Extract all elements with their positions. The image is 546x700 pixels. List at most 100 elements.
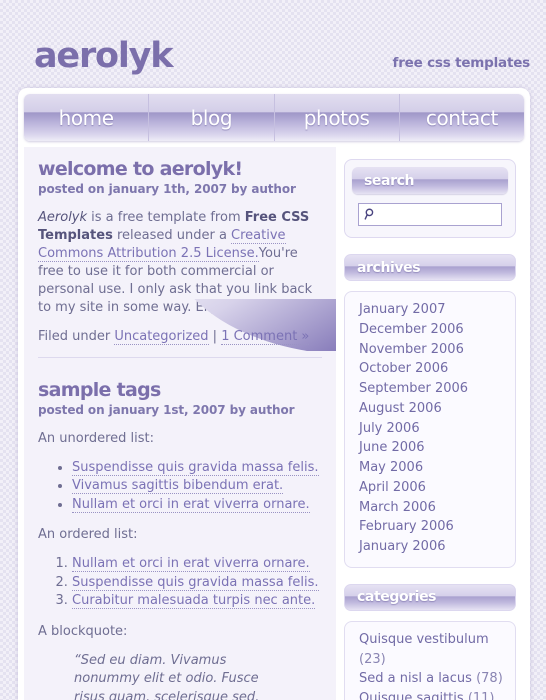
archive-link[interactable]: August 2006 (359, 401, 442, 416)
category-link[interactable]: Sed a nisl a lacus (359, 671, 472, 686)
nav-item-home[interactable]: home (24, 94, 150, 141)
ordered-list-label: An ordered list: (38, 527, 138, 543)
widget-archives: archives January 2007 December 2006 Nove… (344, 254, 516, 568)
nav-item-contact[interactable]: contact (399, 94, 524, 141)
comments-link[interactable]: 1 Comment » (221, 328, 310, 345)
site-logo: aerolyk (34, 36, 174, 76)
archive-link[interactable]: June 2006 (359, 440, 425, 455)
sidebar: search archives January 2007 December 20… (336, 147, 524, 700)
list-item: June 2006 (359, 438, 509, 458)
archive-link[interactable]: May 2006 (359, 460, 423, 475)
category-link[interactable]: Quisque vestibulum (359, 632, 489, 647)
list-item: Nullam et orci in erat viverra ornare. (72, 496, 322, 514)
archive-link[interactable]: April 2006 (359, 480, 426, 495)
post-welcome: welcome to aerolyk! posted on january 1t… (38, 158, 336, 358)
widget-search: search (344, 159, 516, 238)
archive-link[interactable]: July 2006 (359, 421, 420, 436)
post-sample-tags: sample tags posted on january 1st, 2007 … (38, 378, 322, 700)
search-box: search (344, 159, 516, 238)
filed-prefix: Filed under (38, 328, 115, 344)
list-item: April 2006 (359, 478, 509, 498)
category-count: (78) (476, 671, 503, 687)
categories-widget-title: categories (344, 583, 516, 611)
list-item: Curabitur malesuada turpis nec ante. (72, 592, 322, 610)
list-item: February 2006 (359, 517, 509, 537)
category-link[interactable]: Quisque sagittis (359, 691, 464, 700)
list-item-link[interactable]: Suspendisse quis gravida massa felis. (72, 460, 319, 477)
list-item: Quisque sagittis (11) (359, 689, 509, 700)
site-tagline: free css templates (392, 55, 531, 71)
archives-panel: January 2007 December 2006 November 2006… (344, 291, 516, 568)
list-item: January 2007 (359, 300, 509, 320)
post-meta: posted on january 1st, 2007 by author (38, 403, 295, 418)
list-item: Quisque vestibulum (23) (359, 630, 509, 670)
nav-item-label: blog (190, 105, 233, 130)
archives-widget-title: archives (344, 254, 516, 281)
archive-link[interactable]: September 2006 (359, 381, 468, 396)
category-count: (11) (467, 691, 495, 700)
category-link[interactable]: Uncategorized (114, 328, 209, 345)
list-item: Nullam et orci in erat viverra ornare. (72, 555, 322, 573)
widget-title-label: search (364, 172, 415, 189)
list-item-link[interactable]: Vivamus sagittis bibendum erat. (72, 478, 284, 495)
search-form (352, 194, 508, 230)
search-widget-title: search (352, 167, 508, 194)
list-item: March 2006 (359, 498, 509, 518)
list-item-link[interactable]: Nullam et orci in erat viverra ornare. (72, 556, 310, 573)
archive-link[interactable]: March 2006 (359, 500, 436, 515)
post-emphasis: Aerolyk (38, 210, 88, 226)
post-title: sample tags (38, 378, 161, 401)
list-item: November 2006 (359, 340, 509, 360)
post-divider (38, 356, 322, 358)
list-item: August 2006 (359, 399, 509, 419)
post-filed-under: Filed under Uncategorized | 1 Comment » (38, 328, 322, 346)
list-item: Suspendisse quis gravida massa felis. (72, 574, 322, 592)
categories-panel: Quisque vestibulum (23) Sed a nisl a lac… (344, 620, 516, 700)
unordered-list-label: An unordered list: (38, 431, 154, 447)
archive-link[interactable]: November 2006 (359, 342, 464, 357)
list-item: October 2006 (359, 359, 509, 379)
nav-item-label: home (58, 105, 115, 130)
search-input[interactable] (358, 203, 502, 226)
list-item-link[interactable]: Suspendisse quis gravida massa felis. (72, 574, 319, 591)
archives-list: January 2007 December 2006 November 2006… (351, 300, 509, 557)
widget-title-label: categories (357, 589, 437, 606)
filed-separator: | (208, 328, 222, 344)
archive-link[interactable]: January 2007 (359, 302, 446, 317)
post-body: Aerolyk is a free template from Free CSS… (38, 209, 322, 317)
post-text: is a free template from (87, 210, 245, 226)
archive-link[interactable]: October 2006 (359, 361, 448, 376)
archive-link[interactable]: January 2006 (359, 539, 446, 554)
widget-categories: categories Quisque vestibulum (23) Sed a… (344, 583, 516, 700)
nav-item-blog[interactable]: blog (149, 94, 275, 141)
category-count: (23) (359, 651, 386, 667)
site-header: aerolyk free css templates (0, 0, 546, 86)
post-text: released under a (112, 228, 232, 244)
list-item: May 2006 (359, 458, 509, 478)
nav-item-label: contact (425, 105, 498, 130)
unordered-list: Suspendisse quis gravida massa felis. Vi… (38, 459, 322, 514)
post-meta: posted on january 1th, 2007 by author (38, 182, 296, 197)
list-item-link[interactable]: Curabitur malesuada turpis nec ante. (72, 593, 316, 610)
list-item: Sed a nisl a lacus (78) (359, 669, 509, 689)
archive-link[interactable]: December 2006 (359, 322, 464, 337)
widget-title-label: archives (357, 259, 421, 276)
list-item: September 2006 (359, 379, 509, 399)
list-item: Vivamus sagittis bibendum erat. (72, 477, 322, 495)
archive-link[interactable]: February 2006 (359, 519, 454, 534)
list-item-link[interactable]: Nullam et orci in erat viverra ornare. (72, 496, 310, 513)
post-title: welcome to aerolyk! (38, 158, 243, 180)
blockquote-label: A blockquote: (38, 623, 128, 639)
list-item: January 2006 (359, 537, 509, 557)
main-content: welcome to aerolyk! posted on january 1t… (24, 147, 336, 700)
categories-list: Quisque vestibulum (23) Sed a nisl a lac… (351, 630, 509, 700)
list-item: December 2006 (359, 320, 509, 340)
ordered-list: Nullam et orci in erat viverra ornare. S… (38, 555, 322, 610)
nav-item-label: photos (303, 105, 370, 130)
body-columns: welcome to aerolyk! posted on january 1t… (24, 147, 524, 700)
search-field-holder (358, 203, 502, 226)
blockquote: “Sed eu diam. Vivamus nonummy elit et od… (74, 652, 260, 700)
nav-item-photos[interactable]: photos (274, 94, 400, 141)
page-container: home blog photos contact welcome to aero… (18, 88, 530, 700)
list-item: July 2006 (359, 419, 509, 439)
